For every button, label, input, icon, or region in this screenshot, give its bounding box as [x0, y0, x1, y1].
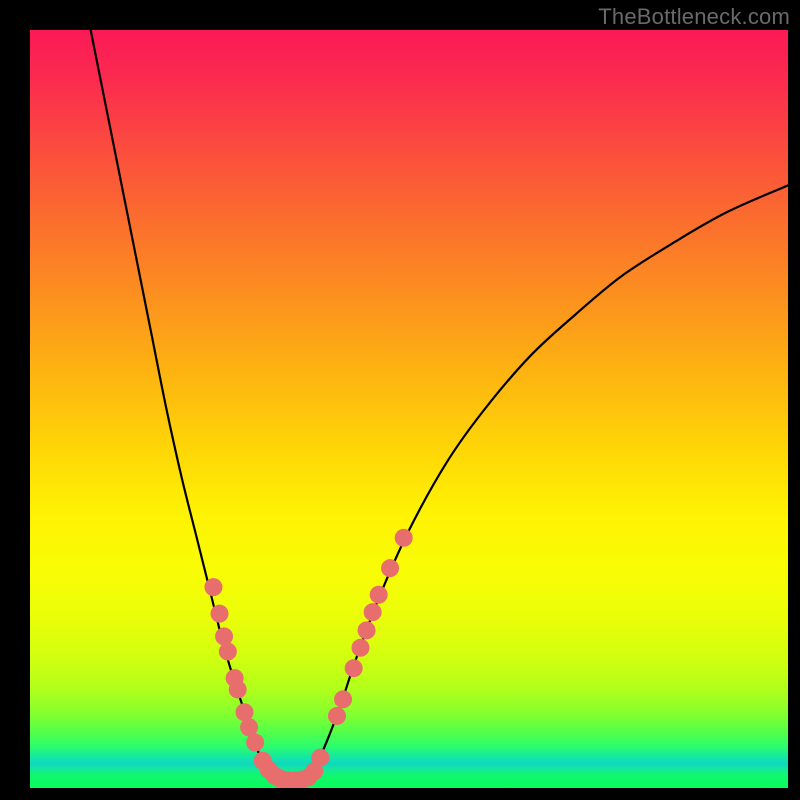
highlight-dot: [395, 529, 413, 547]
highlight-dot: [204, 578, 222, 596]
highlight-dot: [236, 703, 254, 721]
plot-area: [30, 30, 788, 788]
highlight-dot: [351, 639, 369, 657]
chart-frame: TheBottleneck.com: [0, 0, 800, 800]
highlight-dot: [246, 734, 264, 752]
highlight-dot: [358, 621, 376, 639]
highlight-dot: [211, 605, 229, 623]
highlight-dot: [219, 643, 237, 661]
curve-layer: [30, 30, 788, 788]
highlight-dot: [328, 707, 346, 725]
highlight-dot: [229, 680, 247, 698]
highlight-dot: [381, 559, 399, 577]
highlight-dot: [370, 586, 388, 604]
highlight-dots: [204, 529, 412, 788]
highlight-dot: [334, 690, 352, 708]
highlight-dot: [345, 659, 363, 677]
highlight-dot: [215, 627, 233, 645]
highlight-dot: [311, 749, 329, 767]
bottleneck-curve: [91, 30, 788, 781]
watermark-text: TheBottleneck.com: [598, 4, 790, 30]
highlight-dot: [364, 603, 382, 621]
